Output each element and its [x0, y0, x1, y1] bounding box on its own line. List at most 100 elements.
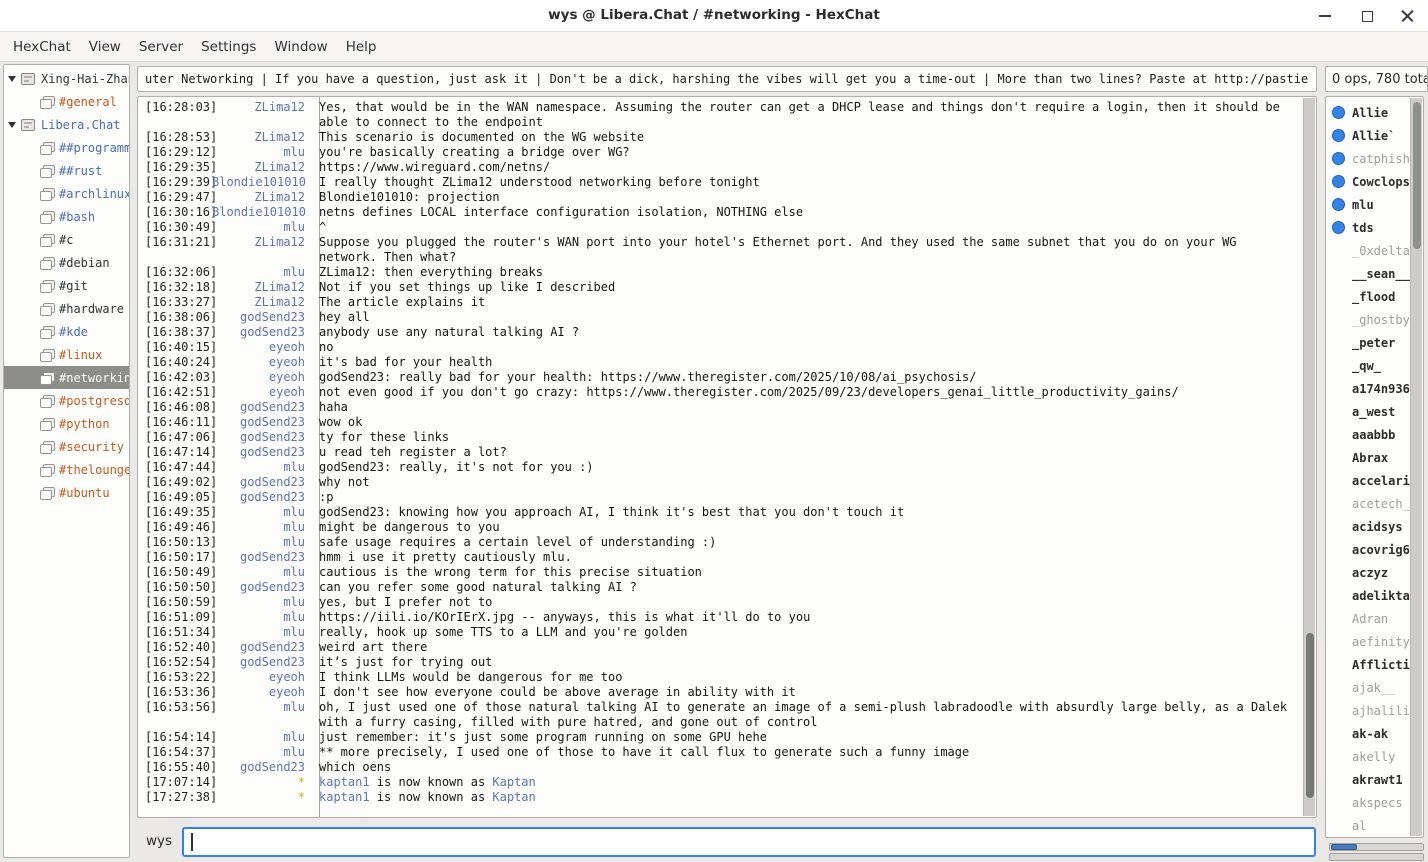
- chat-nick[interactable]: godSend23: [212, 760, 312, 775]
- chat-nick[interactable]: eyeoh: [212, 670, 312, 685]
- user-list-item[interactable]: aefinity: [1326, 630, 1410, 653]
- user-list-item[interactable]: _ghostbyte: [1326, 308, 1410, 331]
- tree-item-xing-hai-zhan[interactable]: Xing-Hai-Zhan: [4, 67, 129, 90]
- user-list-item[interactable]: akspecs: [1326, 791, 1410, 814]
- chat-nick[interactable]: godSend23: [212, 490, 312, 505]
- chat-nick[interactable]: mlu: [212, 505, 312, 520]
- chat-nick[interactable]: mlu: [212, 610, 312, 625]
- topic-input[interactable]: [137, 66, 1317, 92]
- user-list-item[interactable]: _flood: [1326, 285, 1410, 308]
- user-list-item[interactable]: acidsys: [1326, 515, 1410, 538]
- chat-nick[interactable]: eyeoh: [212, 340, 312, 355]
- user-list-item[interactable]: __sean__: [1326, 262, 1410, 285]
- chat-nick[interactable]: ZLima12: [212, 190, 312, 205]
- rename-new-nick[interactable]: Kaptan: [492, 775, 535, 789]
- user-list-item[interactable]: Abrax: [1326, 446, 1410, 469]
- chat-nick[interactable]: mlu: [212, 700, 312, 730]
- user-list-item[interactable]: Adran: [1326, 607, 1410, 630]
- user-list-item[interactable]: aczyz: [1326, 561, 1410, 584]
- user-list-item[interactable]: Allie`: [1326, 124, 1410, 147]
- tree-item--hardware[interactable]: #hardware: [4, 297, 129, 320]
- tree-item--debian[interactable]: #debian: [4, 251, 129, 274]
- menu-item-window[interactable]: Window: [265, 34, 336, 60]
- chat-nick[interactable]: mlu: [212, 565, 312, 580]
- user-list-item[interactable]: Allie: [1326, 101, 1410, 124]
- message-link[interactable]: https://iili.io/KOrIErX.jpg: [319, 610, 514, 624]
- message-input[interactable]: [182, 827, 1316, 857]
- user-list-item[interactable]: catphish: [1326, 147, 1410, 170]
- chat-nick[interactable]: godSend23: [212, 325, 312, 340]
- chat-nick[interactable]: ZLima12: [212, 100, 312, 130]
- chat-nick[interactable]: Blondie101010: [212, 205, 312, 220]
- chat-nick[interactable]: godSend23: [212, 445, 312, 460]
- user-list-item[interactable]: _qw_: [1326, 354, 1410, 377]
- chat-nick[interactable]: godSend23: [212, 430, 312, 445]
- tree-item--programming[interactable]: ##programming: [4, 136, 129, 159]
- tree-item--kde[interactable]: #kde: [4, 320, 129, 343]
- user-list-item[interactable]: mlu: [1326, 193, 1410, 216]
- user-list-item[interactable]: aaabbb: [1326, 423, 1410, 446]
- rename-old-nick[interactable]: kaptan1: [319, 790, 370, 804]
- minimize-button[interactable]: [1308, 4, 1342, 28]
- chat-nick[interactable]: mlu: [212, 265, 312, 280]
- chat-scrollbar-handle[interactable]: [1306, 633, 1314, 798]
- chat-nick[interactable]: eyeoh: [212, 370, 312, 385]
- user-list-item[interactable]: tds: [1326, 216, 1410, 239]
- tree-item--general[interactable]: #general: [4, 90, 129, 113]
- user-list-item[interactable]: acetech_: [1326, 492, 1410, 515]
- rename-old-nick[interactable]: kaptan1: [319, 775, 370, 789]
- chat-nick[interactable]: mlu: [212, 535, 312, 550]
- chat-nick[interactable]: ZLima12: [212, 235, 312, 265]
- tree-item--security[interactable]: #security: [4, 435, 129, 458]
- chat-nick[interactable]: mlu: [212, 745, 312, 760]
- chat-nick[interactable]: eyeoh: [212, 685, 312, 700]
- chat-nick[interactable]: godSend23: [212, 655, 312, 670]
- expander-icon[interactable]: [8, 122, 16, 128]
- user-list-item[interactable]: acovrig60: [1326, 538, 1410, 561]
- tree-item--archlinux[interactable]: #archlinux: [4, 182, 129, 205]
- user-list-item[interactable]: accelario: [1326, 469, 1410, 492]
- tree-item--bash[interactable]: #bash: [4, 205, 129, 228]
- chat-nick[interactable]: godSend23: [212, 640, 312, 655]
- close-button[interactable]: [1390, 4, 1424, 28]
- event-star[interactable]: *: [212, 775, 312, 790]
- user-list-item[interactable]: adeliktas: [1326, 584, 1410, 607]
- user-list-item[interactable]: a174n936: [1326, 377, 1410, 400]
- user-list-item[interactable]: a_west: [1326, 400, 1410, 423]
- user-list-item[interactable]: Cowclops`: [1326, 170, 1410, 193]
- menu-item-settings[interactable]: Settings: [192, 34, 265, 60]
- chat-nick[interactable]: ZLima12: [212, 295, 312, 310]
- chat-nick[interactable]: mlu: [212, 730, 312, 745]
- chat-nick[interactable]: godSend23: [212, 400, 312, 415]
- message-link[interactable]: https://www.wireguard.com/netns/: [319, 160, 550, 174]
- message-link[interactable]: https://www.theregister.com/2025/10/08/a…: [601, 370, 977, 384]
- user-list-item[interactable]: ajhalili2: [1326, 699, 1410, 722]
- chat-nick[interactable]: eyeoh: [212, 385, 312, 400]
- tree-item--rust[interactable]: ##rust: [4, 159, 129, 182]
- chat-nick[interactable]: godSend23: [212, 415, 312, 430]
- chat-nick[interactable]: godSend23: [212, 580, 312, 595]
- chat-nick[interactable]: ZLima12: [212, 130, 312, 145]
- user-list-item[interactable]: akelly: [1326, 745, 1410, 768]
- event-star[interactable]: *: [212, 790, 312, 805]
- tree-item--python[interactable]: #python: [4, 412, 129, 435]
- tree-item--networking[interactable]: #networking: [4, 366, 129, 389]
- chat-nick[interactable]: ZLima12: [212, 280, 312, 295]
- user-list-item[interactable]: ajak__: [1326, 676, 1410, 699]
- maximize-button[interactable]: [1350, 4, 1384, 28]
- chat-nick[interactable]: mlu: [212, 595, 312, 610]
- expander-icon[interactable]: [8, 76, 16, 82]
- chat-nick[interactable]: godSend23: [212, 310, 312, 325]
- message-link[interactable]: https://www.theregister.com/2025/09/23/d…: [586, 385, 1178, 399]
- chat-nick[interactable]: eyeoh: [212, 355, 312, 370]
- user-list-scrollbar[interactable]: [1410, 98, 1422, 836]
- chat-nick[interactable]: Blondie101010: [212, 175, 312, 190]
- user-list-item[interactable]: al: [1326, 814, 1410, 837]
- tree-item--git[interactable]: #git: [4, 274, 129, 297]
- menu-item-view[interactable]: View: [80, 34, 130, 60]
- user-list-item[interactable]: _peter: [1326, 331, 1410, 354]
- tree-item--linux[interactable]: #linux: [4, 343, 129, 366]
- user-list-item[interactable]: Affliction: [1326, 653, 1410, 676]
- chat-nick[interactable]: godSend23: [212, 475, 312, 490]
- chat-nick[interactable]: mlu: [212, 220, 312, 235]
